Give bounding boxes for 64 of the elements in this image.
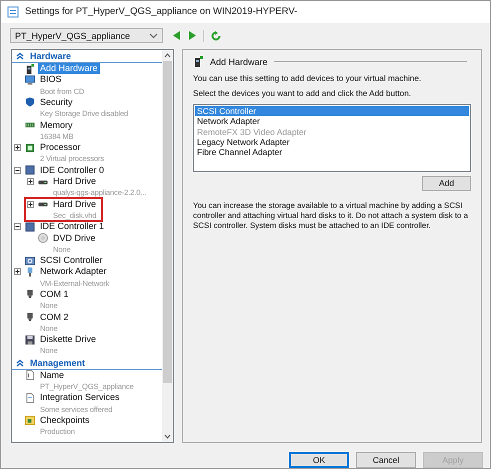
tree-item[interactable]: Network Adapter	[38, 266, 109, 278]
group-title: Add Hardware	[210, 56, 268, 67]
add-device-icon	[25, 64, 35, 74]
settings-app-icon	[7, 6, 19, 18]
back-icon[interactable]	[173, 31, 181, 40]
tree-item[interactable]: Security	[38, 96, 75, 108]
collapse-icon[interactable]	[16, 52, 24, 60]
section-header: Hardware	[30, 50, 72, 61]
scrollbar[interactable]	[162, 50, 173, 442]
tree-item[interactable]: Diskette Drive	[38, 334, 98, 346]
intro-text: You can use this setting to add devices to your virtual machine.	[193, 74, 422, 84]
device-option[interactable]: Legacy Network Adapter	[195, 136, 469, 148]
expand-toggle[interactable]	[14, 144, 20, 152]
tree-item[interactable]: IDE Controller 0	[38, 164, 106, 176]
port-icon	[25, 312, 35, 322]
collapse-toggle[interactable]	[14, 166, 20, 174]
device-option[interactable]: SCSI Controller	[195, 106, 469, 116]
scroll-up-icon[interactable]	[164, 52, 171, 58]
memory-icon	[25, 120, 35, 130]
collapse-toggle[interactable]	[14, 223, 20, 230]
dialog-button[interactable]: OK	[289, 452, 349, 468]
document-icon	[25, 370, 35, 380]
expand-toggle[interactable]	[26, 200, 34, 208]
tree-item[interactable]: DVD Drive	[51, 232, 98, 244]
tree-item[interactable]: Hard Drive	[51, 198, 98, 210]
add-button[interactable]: Add	[422, 176, 471, 191]
plug-icon	[25, 266, 35, 277]
tree-item[interactable]: Add Hardware	[38, 63, 100, 74]
refresh-icon[interactable]	[211, 30, 221, 41]
caret-icon	[149, 32, 158, 39]
tree-item[interactable]: Name	[38, 370, 66, 381]
chip-icon	[25, 142, 35, 153]
tree-item[interactable]: Processor	[38, 142, 83, 154]
tree-item[interactable]: BIOS	[38, 74, 64, 86]
document-icon	[25, 392, 35, 403]
shield-icon	[25, 97, 35, 108]
dialog-button[interactable]: Cancel	[356, 452, 416, 468]
controller-icon	[25, 165, 35, 176]
tree-item[interactable]: Memory	[38, 120, 75, 131]
monitor-icon	[25, 74, 35, 85]
device-option[interactable]: Fibre Channel Adapter	[195, 147, 469, 158]
instruction-text: Select the devices you want to add and click the Add button.	[193, 88, 412, 99]
add-device-icon	[193, 56, 204, 68]
window-title: Settings for PT_HyperV_QGS_appliance on WIN2019-HYPERV-	[25, 6, 298, 18]
floppy-icon	[25, 334, 35, 345]
device-option[interactable]: Network Adapter	[195, 116, 469, 126]
tree-item[interactable]: COM 1	[38, 288, 71, 300]
tree-item[interactable]: Hard Drive	[51, 176, 98, 188]
tree-item[interactable]: IDE Controller 1	[38, 221, 106, 232]
tree-item[interactable]: Checkpoints	[38, 414, 92, 426]
section-header: Management	[30, 358, 86, 368]
expand-toggle[interactable]	[26, 178, 34, 186]
tree-item[interactable]: Integration Services	[38, 392, 122, 404]
vm-dropdown[interactable]: PT_HyperV_QGS_appliance	[10, 28, 163, 44]
expand-toggle[interactable]	[14, 268, 20, 276]
controller-icon	[25, 222, 35, 232]
disc-icon	[38, 233, 48, 243]
port-icon	[25, 289, 35, 300]
scrollbar-thumb[interactable]	[163, 60, 172, 383]
tree-item[interactable]: SCSI Controller	[38, 255, 105, 266]
forward-icon[interactable]	[188, 31, 196, 40]
collapse-icon[interactable]	[16, 358, 24, 367]
tree-item[interactable]: COM 2	[38, 312, 71, 323]
scroll-down-icon[interactable]	[164, 434, 171, 439]
